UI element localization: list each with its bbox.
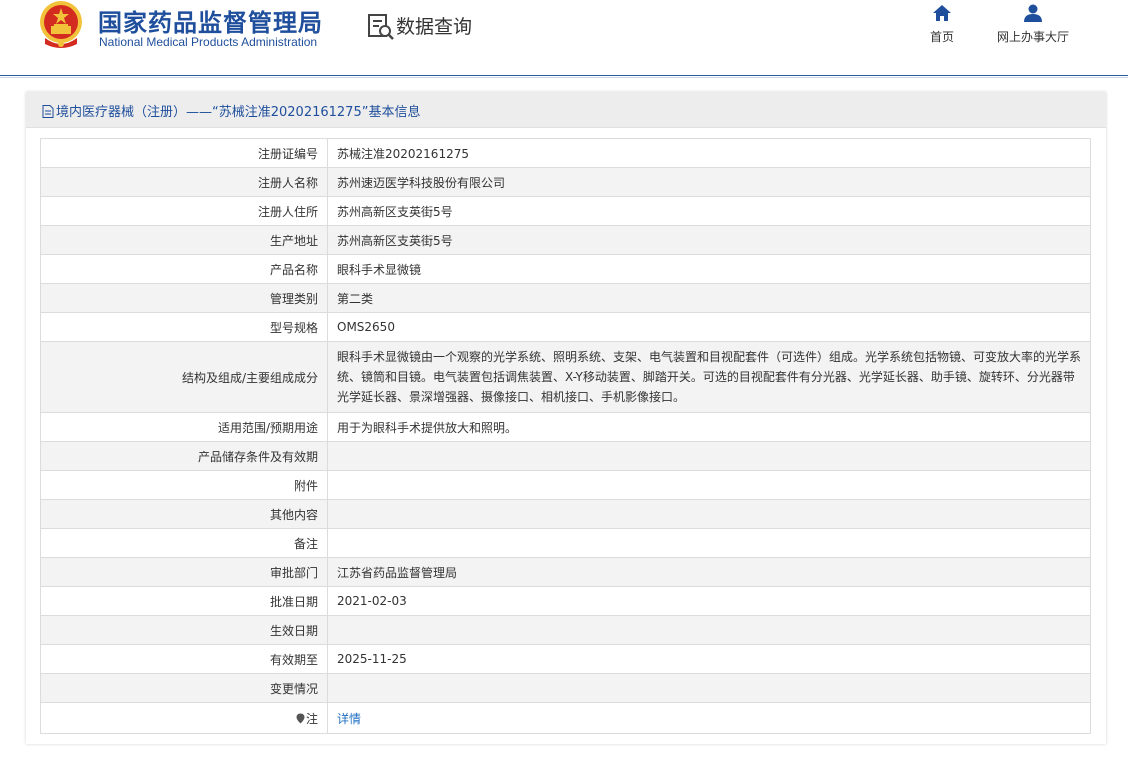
national-emblem-icon <box>40 1 82 48</box>
field-label: 型号规格 <box>40 312 328 342</box>
site-subtitle: National Medical Products Administration <box>99 35 318 49</box>
site-header: 国家药品监督管理局 National Medical Products Admi… <box>0 0 1128 76</box>
user-icon <box>1024 4 1042 22</box>
field-value: 江苏省药品监督管理局 <box>327 557 1091 587</box>
panel-title-text: 境内医疗器械（注册）——“苏械注准20202161275”基本信息 <box>56 105 421 120</box>
nav-online-hall-label: 网上办事大厅 <box>996 30 1069 44</box>
field-label: 有效期至 <box>40 644 328 674</box>
panel-header: 境内医疗器械（注册）——“苏械注准20202161275”基本信息 <box>26 92 1106 128</box>
field-label: 结构及组成/主要组成成分 <box>40 341 328 413</box>
field-label: 变更情况 <box>40 673 328 703</box>
field-value <box>327 470 1091 500</box>
field-value: 2025-11-25 <box>327 644 1091 674</box>
table-row: 备注 <box>40 528 1091 558</box>
field-label: 适用范围/预期用途 <box>40 412 328 442</box>
nav-home[interactable]: 首页 <box>922 4 962 45</box>
document-icon <box>42 105 54 118</box>
table-row: 型号规格 OMS2650 <box>40 312 1091 342</box>
table-row: 注册证编号 苏械注准20202161275 <box>40 138 1091 168</box>
field-label: 注 <box>40 702 328 734</box>
table-row: 结构及组成/主要组成成分 眼科手术显微镜由一个观察的光学系统、照明系统、支架、电气… <box>40 341 1091 413</box>
field-value: OMS2650 <box>327 312 1091 342</box>
field-value <box>327 673 1091 703</box>
nav-home-label: 首页 <box>929 30 954 44</box>
table-row: 生产地址 苏州高新区支英街5号 <box>40 225 1091 255</box>
location-pin-icon <box>296 713 305 723</box>
field-label: 审批部门 <box>40 557 328 587</box>
field-label: 产品名称 <box>40 254 328 284</box>
field-value: 眼科手术显微镜由一个观察的光学系统、照明系统、支架、电气装置和目视配套件（可选件… <box>327 341 1091 413</box>
table-row: 管理类别 第二类 <box>40 283 1091 313</box>
field-label-text: 注 <box>305 711 318 726</box>
header-divider <box>0 75 1128 76</box>
field-label: 批准日期 <box>40 586 328 616</box>
field-value: 2021-02-03 <box>327 586 1091 616</box>
panel-title: 境内医疗器械（注册）——“苏械注准20202161275”基本信息 <box>42 101 420 120</box>
table-row: 产品储存条件及有效期 <box>40 441 1091 471</box>
field-value <box>327 441 1091 471</box>
table-row: 变更情况 <box>40 673 1091 703</box>
field-label: 管理类别 <box>40 283 328 313</box>
field-label: 注册人名称 <box>40 167 328 197</box>
table-row: 注册人名称 苏州速迈医学科技股份有限公司 <box>40 167 1091 197</box>
field-value: 苏械注准20202161275 <box>327 138 1091 168</box>
site-title: 国家药品监督管理局 <box>98 9 323 37</box>
field-label: 生产地址 <box>40 225 328 255</box>
data-query-label[interactable]: 数据查询 <box>396 12 472 39</box>
field-value <box>327 615 1091 645</box>
field-label: 产品储存条件及有效期 <box>40 441 328 471</box>
field-value <box>327 528 1091 558</box>
table-row: 附件 <box>40 470 1091 500</box>
field-value: 用于为眼科手术提供放大和照明。 <box>327 412 1091 442</box>
detail-panel: 境内医疗器械（注册）——“苏械注准20202161275”基本信息 注册证编号苏… <box>26 92 1106 744</box>
table-row: 产品名称 眼科手术显微镜 <box>40 254 1091 284</box>
field-value: 第二类 <box>327 283 1091 313</box>
field-value: 详情 <box>327 702 1091 734</box>
table-row: 注册人住所 苏州高新区支英街5号 <box>40 196 1091 226</box>
table-row: 审批部门 江苏省药品监督管理局 <box>40 557 1091 587</box>
detail-link[interactable]: 详情 <box>337 712 361 726</box>
field-value: 苏州高新区支英街5号 <box>327 225 1091 255</box>
info-table: 注册证编号 苏械注准20202161275 注册人名称 苏州速迈医学科技股份有限公司注… <box>40 138 1091 734</box>
field-value: 眼科手术显微镜 <box>327 254 1091 284</box>
field-label: 生效日期 <box>40 615 328 645</box>
nav-online-hall[interactable]: 网上办事大厅 <box>988 4 1078 45</box>
table-row: 适用范围/预期用途 用于为眼科手术提供放大和照明。 <box>40 412 1091 442</box>
header-divider-light <box>0 77 1128 78</box>
field-value: 苏州速迈医学科技股份有限公司 <box>327 167 1091 197</box>
table-row: 注 详情 <box>40 702 1091 734</box>
table-row: 生效日期 <box>40 615 1091 645</box>
field-label: 注册证编号 <box>40 138 328 168</box>
table-row: 有效期至 2025-11-25 <box>40 644 1091 674</box>
field-value <box>327 499 1091 529</box>
home-icon <box>933 5 951 21</box>
field-label: 其他内容 <box>40 499 328 529</box>
data-query-icon <box>368 14 394 40</box>
table-row: 批准日期 2021-02-03 <box>40 586 1091 616</box>
field-label: 注册人住所 <box>40 196 328 226</box>
field-value: 苏州高新区支英街5号 <box>327 196 1091 226</box>
field-label: 备注 <box>40 528 328 558</box>
table-row: 其他内容 <box>40 499 1091 529</box>
field-label: 附件 <box>40 470 328 500</box>
